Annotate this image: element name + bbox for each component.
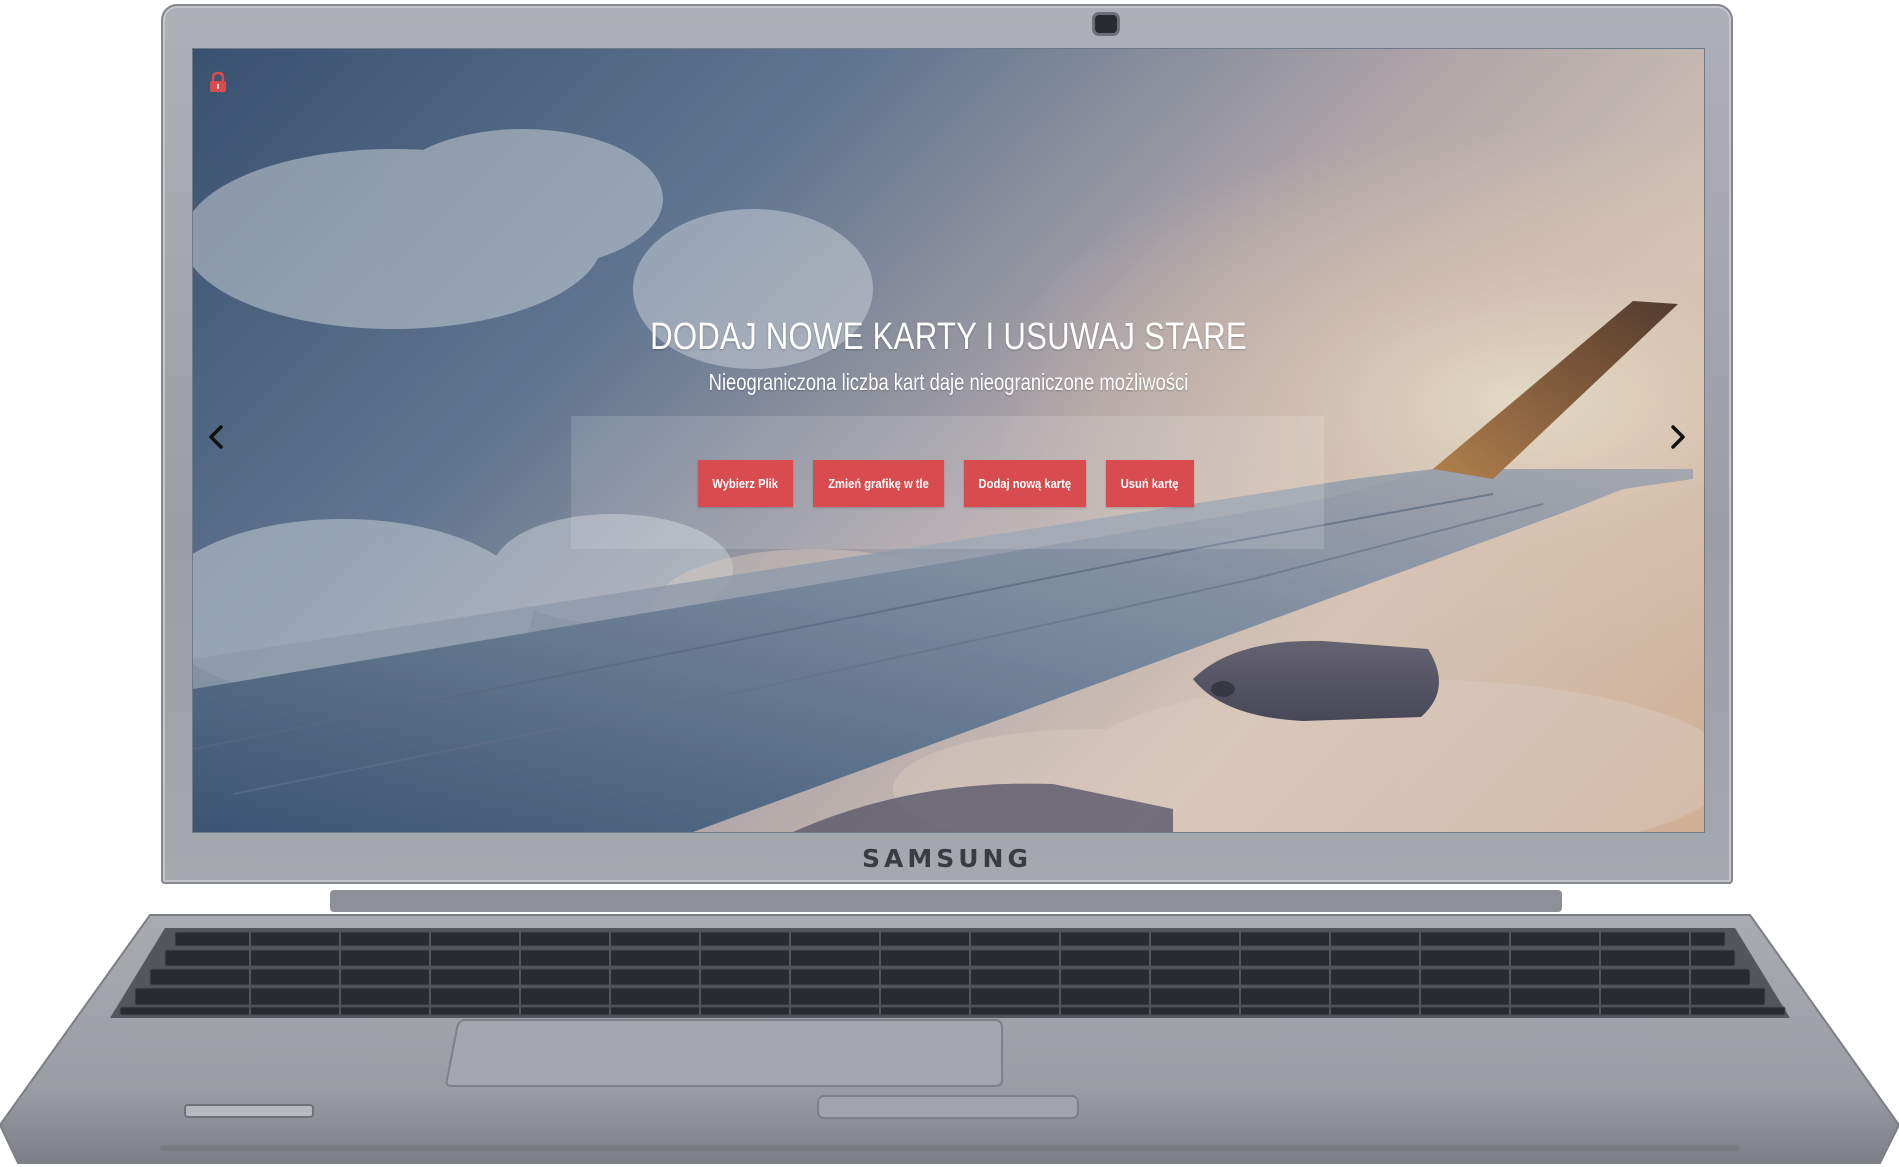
slide-title: DODAJ NOWE KARTY I USUWAJ STARE [650, 316, 1247, 358]
chevron-left-icon[interactable] [201, 419, 231, 455]
delete-card-button[interactable]: Usuń kartę [1106, 460, 1194, 507]
padlock-icon[interactable] [207, 71, 229, 93]
change-background-button[interactable]: Zmień grafikę w tle [813, 460, 944, 507]
chevron-right-icon[interactable] [1663, 419, 1693, 455]
laptop-screen: DODAJ NOWE KARTY I USUWAJ STARE Nieogran… [192, 48, 1705, 833]
actions-panel [571, 416, 1324, 549]
slide-subtitle: Nieograniczona liczba kart daje nieogran… [708, 369, 1189, 395]
add-card-button[interactable]: Dodaj nową kartę [964, 460, 1086, 507]
choose-file-button[interactable]: Wybierz Plik [698, 460, 793, 507]
brand-logo: SAMSUNG [862, 844, 1032, 873]
webcam-icon [1095, 15, 1117, 33]
laptop-keyboard-deck [0, 890, 1899, 1164]
